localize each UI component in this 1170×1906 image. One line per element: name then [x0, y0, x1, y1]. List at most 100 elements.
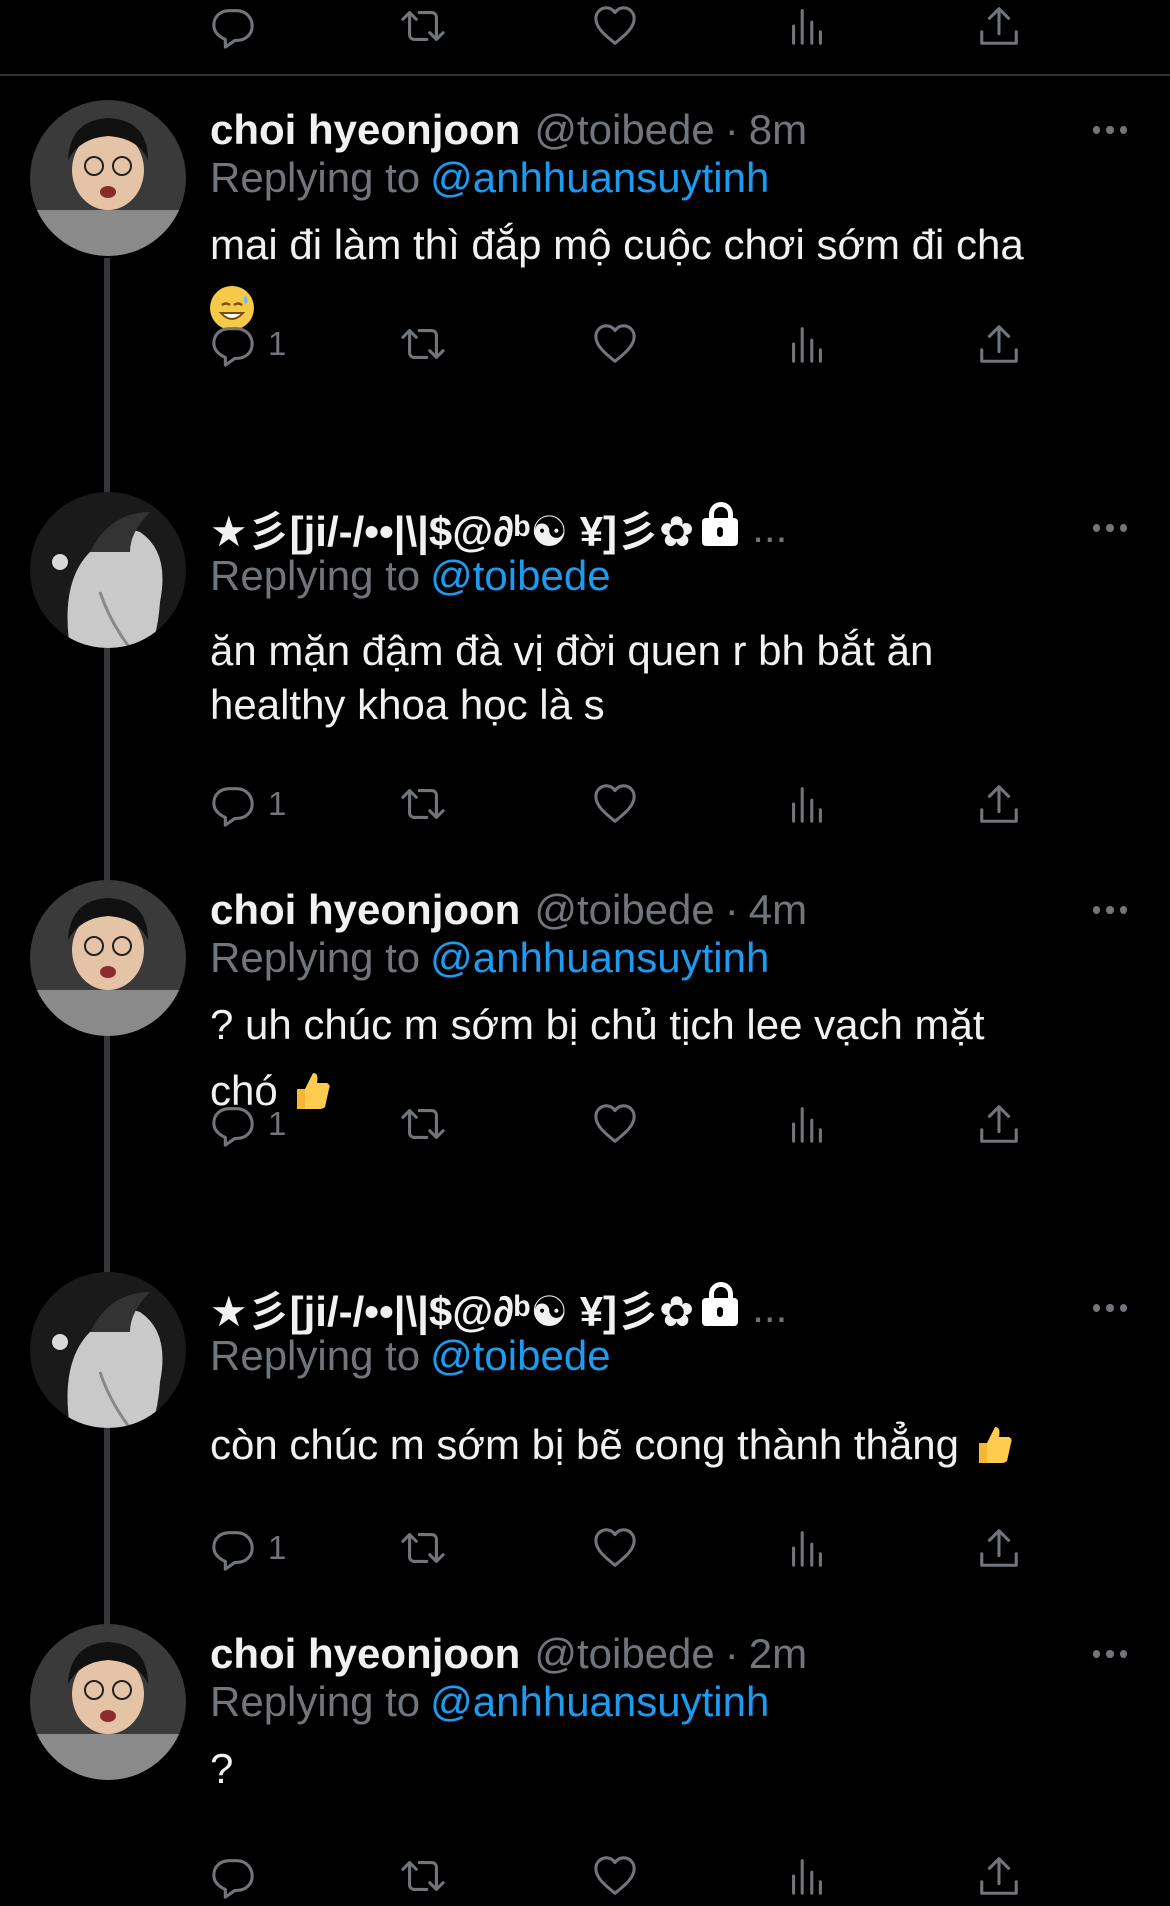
tweet[interactable]: choi hyeonjoon @toibede · 2m Replying to… [0, 1624, 1170, 1891]
replying-to-handle[interactable]: @anhhuansuytinh [430, 934, 769, 981]
tweet[interactable]: ★彡[ji/-/••|\|$@∂ᵇ☯ ¥]彡✿ ... Replying to @… [0, 492, 1170, 888]
user-handle[interactable]: @toibede [534, 886, 714, 934]
replying-to-handle[interactable]: @anhhuansuytinh [430, 1678, 769, 1725]
timestamp[interactable]: 8m [749, 106, 807, 154]
name-truncation: ... [752, 504, 788, 551]
section-divider [0, 74, 1170, 76]
user-handle[interactable]: @toibede [534, 106, 714, 154]
tweet-header: ★彡[ji/-/••|\|$@∂ᵇ☯ ¥]彡✿ ... [210, 498, 787, 558]
display-name[interactable]: ★彡[ji/-/••|\|$@∂ᵇ☯ ¥]彡✿ [210, 498, 694, 559]
replying-to-handle[interactable]: @toibede [430, 1332, 610, 1379]
like-icon [592, 781, 638, 827]
reply-button[interactable]: 1 [210, 314, 286, 374]
separator-dot: · [724, 106, 739, 153]
replying-to: Replying to @anhhuansuytinh [210, 154, 769, 202]
like-button[interactable] [592, 1518, 638, 1578]
views-button[interactable] [784, 0, 830, 56]
replying-label: Replying to [210, 552, 421, 599]
share-button[interactable] [976, 314, 1022, 374]
timestamp[interactable]: 2m [749, 1630, 807, 1678]
like-icon [592, 321, 638, 367]
share-button[interactable] [976, 1094, 1022, 1154]
share-button[interactable] [976, 1846, 1022, 1906]
reply-button[interactable] [210, 1846, 256, 1906]
more-options-icon[interactable] [1090, 508, 1130, 548]
display-name[interactable]: ★彡[ji/-/••|\|$@∂ᵇ☯ ¥]彡✿ [210, 1278, 694, 1339]
tweet-text-content: còn chúc m sớm bị bẽ cong thành thẳng [210, 1421, 959, 1468]
retweet-button[interactable] [400, 1094, 446, 1154]
separator-dot: · [724, 886, 739, 933]
tweet-text-content: ? [210, 1745, 234, 1792]
like-button[interactable] [592, 314, 638, 374]
retweet-button[interactable] [400, 774, 446, 834]
retweet-button[interactable] [400, 314, 446, 374]
more-options-icon[interactable] [1090, 1634, 1130, 1674]
like-button[interactable] [592, 1846, 638, 1906]
replying-label: Replying to [210, 1678, 421, 1725]
reply-button[interactable]: 1 [210, 1518, 286, 1578]
reply-button[interactable]: 1 [210, 774, 286, 834]
views-button[interactable] [784, 1518, 830, 1578]
display-name[interactable]: choi hyeonjoon [210, 886, 520, 934]
views-button[interactable] [784, 774, 830, 834]
reply-icon [210, 1853, 256, 1899]
views-button[interactable] [784, 1094, 830, 1154]
separator-dot: · [724, 1630, 739, 1677]
share-button[interactable] [976, 1518, 1022, 1578]
reply-icon [210, 321, 256, 367]
replying-to: Replying to @anhhuansuytinh [210, 934, 769, 982]
like-icon [592, 1101, 638, 1147]
action-bar: 1 [210, 314, 1040, 374]
tweet-header: choi hyeonjoon @toibede · 4m [210, 880, 807, 940]
retweet-icon [400, 3, 446, 49]
tweet-text-line: healthy khoa học là s [210, 681, 605, 728]
more-options-icon[interactable] [1090, 1288, 1130, 1328]
tweet-text-content: mai đi làm thì đắp mộ cuộc chơi sớm đi c… [210, 221, 1024, 268]
lock-icon [702, 502, 739, 546]
share-button[interactable] [976, 0, 1022, 56]
retweet-icon [400, 1853, 446, 1899]
avatar[interactable] [30, 492, 186, 648]
share-icon [976, 321, 1022, 367]
like-icon [592, 1853, 638, 1899]
like-button[interactable] [592, 0, 638, 56]
avatar[interactable] [30, 880, 186, 1036]
retweet-button[interactable] [400, 0, 446, 56]
replying-to: Replying to @anhhuansuytinh [210, 1678, 769, 1726]
avatar[interactable] [30, 1272, 186, 1428]
display-name[interactable]: choi hyeonjoon [210, 1630, 520, 1678]
more-options-icon[interactable] [1090, 890, 1130, 930]
reply-button[interactable]: 1 [210, 1094, 286, 1154]
views-icon [784, 781, 830, 827]
share-button[interactable] [976, 774, 1022, 834]
views-button[interactable] [784, 314, 830, 374]
replying-label: Replying to [210, 1332, 421, 1379]
avatar[interactable] [30, 100, 186, 256]
tweet[interactable]: choi hyeonjoon @toibede · 8m Replying to… [0, 100, 1170, 500]
share-icon [976, 1853, 1022, 1899]
lock-icon [702, 1282, 739, 1326]
action-bar: 1 [210, 774, 1040, 834]
views-button[interactable] [784, 1846, 830, 1906]
like-button[interactable] [592, 1094, 638, 1154]
action-bar [210, 1846, 1040, 1906]
tweet[interactable]: ★彡[ji/-/••|\|$@∂ᵇ☯ ¥]彡✿ ... Replying to @… [0, 1272, 1170, 1638]
retweet-button[interactable] [400, 1846, 446, 1906]
tweet[interactable]: choi hyeonjoon @toibede · 4m Replying to… [0, 880, 1170, 1280]
avatar[interactable] [30, 1624, 186, 1780]
like-button[interactable] [592, 774, 638, 834]
like-icon [592, 1525, 638, 1571]
timestamp[interactable]: 4m [749, 886, 807, 934]
reply-icon [210, 781, 256, 827]
tweet-header: choi hyeonjoon @toibede · 8m [210, 100, 807, 160]
tweet-text: ăn mặn đậm đà vị đời quen r bh bắt ăn he… [210, 624, 1130, 732]
replying-to-handle[interactable]: @anhhuansuytinh [430, 154, 769, 201]
display-name[interactable]: choi hyeonjoon [210, 106, 520, 154]
replying-to-handle[interactable]: @toibede [430, 552, 610, 599]
more-options-icon[interactable] [1090, 110, 1130, 150]
retweet-icon [400, 321, 446, 367]
reply-button[interactable] [210, 0, 256, 56]
user-handle[interactable]: @toibede [534, 1630, 714, 1678]
retweet-button[interactable] [400, 1518, 446, 1578]
share-icon [976, 1525, 1022, 1571]
